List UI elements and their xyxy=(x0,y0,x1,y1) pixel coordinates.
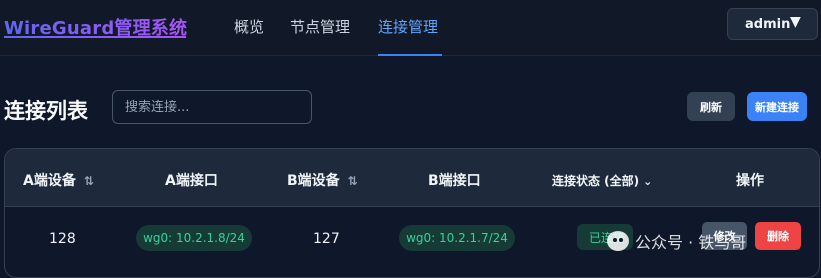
nav-active-indicator xyxy=(378,54,442,56)
page-title: 连接列表 xyxy=(4,99,88,123)
user-menu-button[interactable]: admin ▼ xyxy=(727,8,818,40)
delete-button[interactable]: 删除 xyxy=(755,222,801,250)
connections-table: A端设备 ⇅ A端接口 B端设备 ⇅ B端接口 连接状态 (全部) ⌄ 操作 128 … xyxy=(4,148,820,278)
nav-overview[interactable]: 概览 xyxy=(234,16,264,37)
new-connection-button[interactable]: 新建连接 xyxy=(747,92,807,121)
search-input[interactable] xyxy=(112,90,312,124)
cell-b-device: 127 xyxy=(313,231,340,247)
table-header: A端设备 ⇅ A端接口 B端设备 ⇅ B端接口 连接状态 (全部) ⌄ 操作 xyxy=(5,149,819,207)
column-label: 连接状态 (全部) xyxy=(552,174,640,188)
user-name: admin xyxy=(745,16,791,32)
cell-b-interface-badge: wg0: 10.2.1.7/24 xyxy=(399,225,515,251)
column-label: A端设备 xyxy=(23,173,76,189)
wechat-icon xyxy=(607,231,629,251)
nav-connections[interactable]: 连接管理 xyxy=(378,16,438,37)
cell-a-interface-badge: wg0: 10.2.1.8/24 xyxy=(136,225,252,251)
chevron-down-icon: ⌄ xyxy=(643,175,653,188)
refresh-button[interactable]: 刷新 xyxy=(687,92,735,121)
column-header-a-device[interactable]: A端设备 ⇅ xyxy=(23,170,94,190)
column-header-b-interface: B端接口 xyxy=(428,173,481,189)
sort-icon[interactable]: ⇅ xyxy=(84,174,94,188)
nav-nodes[interactable]: 节点管理 xyxy=(290,16,350,37)
column-header-a-interface: A端接口 xyxy=(165,173,218,189)
top-navbar: WireGuard管理系统 概览 节点管理 连接管理 admin ▼ xyxy=(0,0,821,56)
cell-a-device: 128 xyxy=(49,231,76,247)
column-header-b-device[interactable]: B端设备 ⇅ xyxy=(287,170,358,190)
wechat-watermark: 公众号 · 铁马哥 xyxy=(607,227,746,255)
column-label: B端设备 xyxy=(287,173,340,189)
watermark-text: 公众号 · 铁马哥 xyxy=(635,233,747,252)
caret-down-icon: ▼ xyxy=(790,14,801,30)
column-header-status-filter[interactable]: 连接状态 (全部) ⌄ xyxy=(552,172,652,189)
column-header-actions: 操作 xyxy=(736,173,764,189)
sort-icon[interactable]: ⇅ xyxy=(348,174,358,188)
brand-underline xyxy=(4,36,186,38)
